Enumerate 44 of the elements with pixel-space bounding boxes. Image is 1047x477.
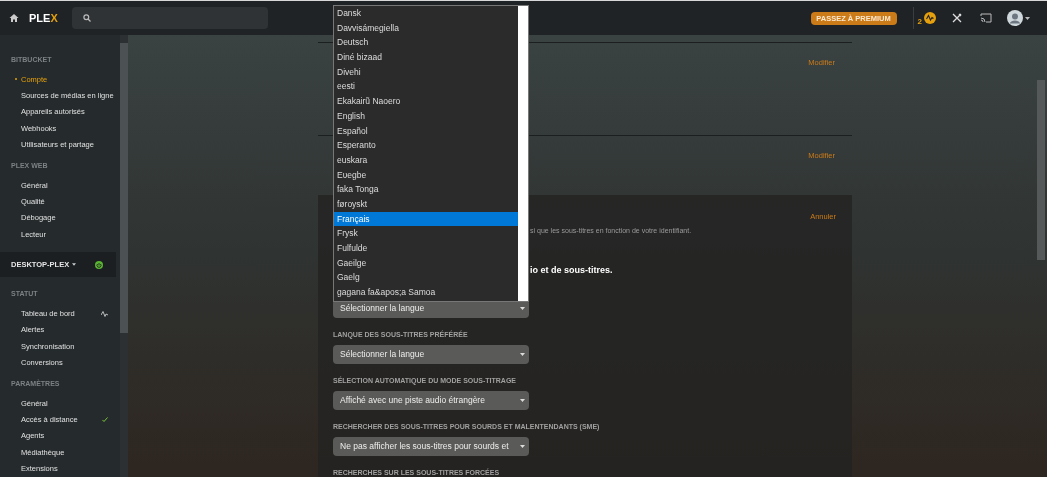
language-option[interactable]: Français — [334, 211, 519, 227]
caret-icon — [520, 307, 525, 310]
language-option[interactable]: euskara — [334, 152, 519, 168]
language-option[interactable]: Ekakairũ Naoero — [334, 94, 519, 109]
scrollbar-thumb[interactable] — [120, 43, 128, 333]
scrollbar-thumb[interactable] — [1037, 80, 1045, 260]
language-option[interactable]: Dansk — [334, 6, 519, 21]
language-option[interactable]: Eʋegbe — [334, 167, 519, 183]
search-field[interactable] — [71, 7, 268, 29]
language-option[interactable]: Esperanto — [334, 138, 519, 153]
tools-icon[interactable] — [952, 13, 962, 23]
language-option[interactable]: Davvisámegiella — [334, 20, 519, 36]
language-option[interactable]: gagana fa&apos;a Samoa — [334, 285, 519, 300]
section-heading: io et de sous-titres. — [530, 263, 613, 277]
home-icon[interactable] — [9, 13, 19, 23]
search-icon — [82, 14, 91, 22]
language-select[interactable]: Affiché avec une piste audio étrangère — [333, 391, 529, 410]
activity-icon[interactable] — [924, 12, 936, 24]
cast-icon[interactable] — [980, 13, 992, 23]
avatar-icon[interactable] — [1007, 10, 1023, 26]
plex-logo[interactable]: PLEX — [29, 9, 58, 27]
language-option[interactable]: Frysk — [334, 226, 519, 241]
language-option[interactable]: Gaeilge — [334, 255, 519, 271]
check-icon — [102, 417, 108, 423]
caret-icon[interactable] — [1025, 16, 1030, 20]
caret-icon — [520, 399, 525, 402]
caret-icon — [520, 353, 525, 356]
language-option[interactable]: Español — [334, 123, 519, 139]
language-select[interactable]: Sélectionner la langue — [333, 345, 529, 364]
language-select[interactable]: Ne pas afficher les sous-titres pour sourds et — [333, 437, 529, 456]
scrollbar-track[interactable] — [518, 6, 528, 301]
language-option[interactable]: eesti — [334, 79, 519, 95]
caret-icon — [72, 263, 77, 266]
caret-icon — [520, 445, 525, 448]
language-option[interactable]: Gaelg — [334, 270, 519, 286]
language-option[interactable]: føroyskt — [334, 196, 519, 212]
notification-count: 2 — [917, 15, 922, 28]
language-option[interactable]: Divehi — [334, 64, 519, 80]
language-option[interactable]: English — [334, 108, 519, 124]
language-option[interactable]: Fulfulde — [334, 241, 519, 256]
activity-icon — [101, 310, 108, 317]
language-option[interactable]: faka Tonga — [334, 182, 519, 197]
language-option[interactable]: Diné bizaad — [334, 50, 519, 65]
language-option[interactable]: Deutsch — [334, 35, 519, 51]
